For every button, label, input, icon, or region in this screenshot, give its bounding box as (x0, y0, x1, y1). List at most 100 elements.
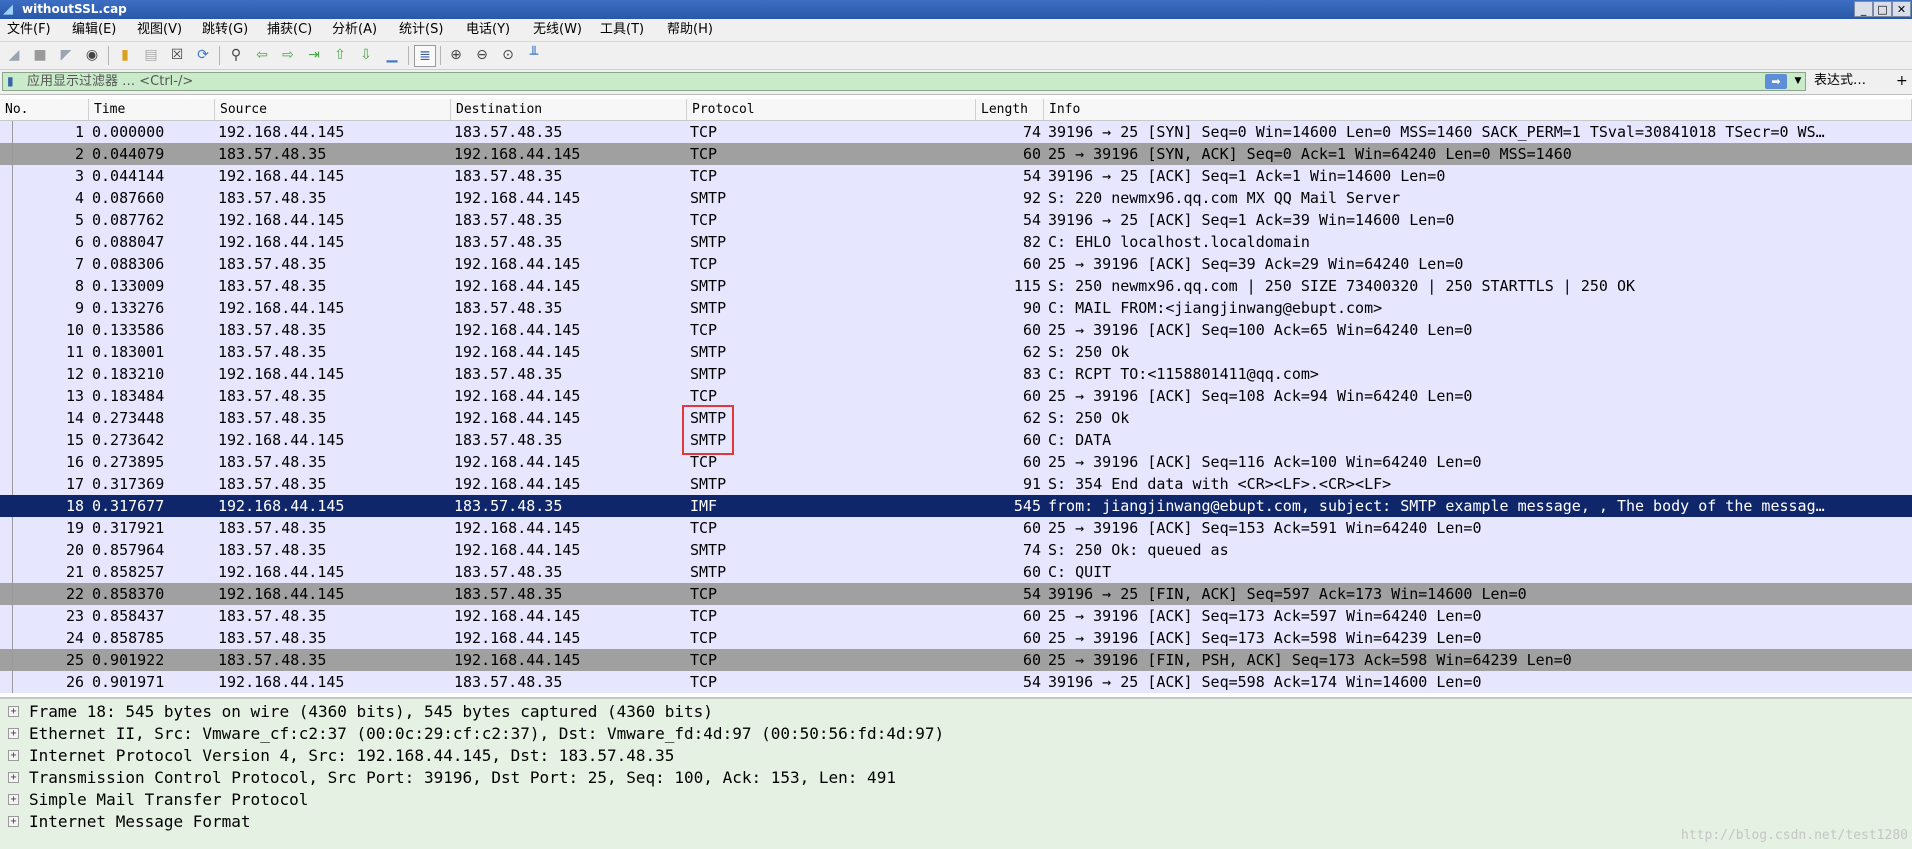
cell-len: 60 (1022, 563, 1041, 581)
find-icon[interactable]: ⚲ (226, 45, 246, 65)
cell-dst: 183.57.48.35 (454, 585, 563, 603)
packet-row[interactable]: 3 0.044144 192.168.44.145 183.57.48.35 TCP 54… (0, 165, 1912, 187)
cell-len: 60 (1022, 519, 1041, 537)
cell-time: 0.088047 (92, 233, 165, 251)
display-filter-placeholder: 应用显示过滤器 … <Ctrl-/> (27, 74, 194, 89)
menu-statistics[interactable]: 统计(S) (396, 21, 446, 39)
detail-tree-item[interactable]: + Transmission Control Protocol, Src Port… (0, 767, 1912, 789)
packet-row[interactable]: 6 0.088047 192.168.44.145 183.57.48.35 SMTP 8… (0, 231, 1912, 253)
zoom-in-icon[interactable]: ⊕ (446, 45, 466, 65)
add-filter-button[interactable]: + (1896, 72, 1908, 90)
packet-row[interactable]: 22 0.858370 192.168.44.145 183.57.48.35 TCP 5… (0, 583, 1912, 605)
cell-src: 183.57.48.35 (218, 453, 327, 471)
go-back-icon[interactable]: ⇦ (252, 45, 272, 65)
menu-help[interactable]: 帮助(H) (664, 21, 716, 39)
packet-row[interactable]: 13 0.183484 183.57.48.35 192.168.44.145 TCP 6… (0, 385, 1912, 407)
detail-tree-item[interactable]: + Simple Mail Transfer Protocol (0, 789, 1912, 811)
expression-button[interactable]: 表达式… (1814, 72, 1866, 90)
col-header-time[interactable]: Time (89, 99, 215, 120)
packet-row[interactable]: 18 0.317677 192.168.44.145 183.57.48.35 IMF 5… (0, 495, 1912, 517)
detail-tree-item[interactable]: + Internet Message Format (0, 811, 1912, 833)
packet-row[interactable]: 4 0.087660 183.57.48.35 192.168.44.145 SMTP 9… (0, 187, 1912, 209)
packet-row[interactable]: 10 0.133586 183.57.48.35 192.168.44.145 TCP 6… (0, 319, 1912, 341)
stop-icon[interactable]: ■ (30, 45, 50, 65)
detail-tree-item[interactable]: + Internet Protocol Version 4, Src: 192.1… (0, 745, 1912, 767)
menu-edit[interactable]: 编辑(E) (69, 21, 119, 39)
cell-len: 60 (1022, 651, 1041, 669)
packet-row[interactable]: 1 0.000000 192.168.44.145 183.57.48.35 TCP 74… (0, 121, 1912, 143)
close-button[interactable]: ✕ (1892, 1, 1911, 17)
menu-telephony[interactable]: 电话(Y) (463, 21, 513, 39)
packet-row[interactable]: 25 0.901922 183.57.48.35 192.168.44.145 TCP 6… (0, 649, 1912, 671)
expand-icon[interactable]: + (8, 706, 19, 717)
packet-row[interactable]: 8 0.133009 183.57.48.35 192.168.44.145 SMTP 1… (0, 275, 1912, 297)
first-packet-icon[interactable]: ⇧ (330, 45, 350, 65)
col-header-protocol[interactable]: Protocol (687, 99, 976, 120)
colorize-icon[interactable]: ≣ (414, 45, 436, 67)
cell-src: 183.57.48.35 (218, 519, 327, 537)
restart-icon[interactable]: ◤ (56, 45, 76, 65)
go-forward-icon[interactable]: ⇨ (278, 45, 298, 65)
packet-row[interactable]: 2 0.044079 183.57.48.35 192.168.44.145 TCP 60… (0, 143, 1912, 165)
last-packet-icon[interactable]: ⇩ (356, 45, 376, 65)
close-file-icon[interactable]: ☒ (167, 45, 187, 65)
col-header-destination[interactable]: Destination (451, 99, 687, 120)
packet-row[interactable]: 24 0.858785 183.57.48.35 192.168.44.145 TCP 6… (0, 627, 1912, 649)
auto-scroll-icon[interactable]: ▁ (382, 45, 402, 65)
packet-row[interactable]: 21 0.858257 192.168.44.145 183.57.48.35 SMTP… (0, 561, 1912, 583)
detail-tree-item[interactable]: + Frame 18: 545 bytes on wire (4360 bits)… (0, 701, 1912, 723)
cell-dst: 192.168.44.145 (454, 519, 581, 537)
bookmark-icon[interactable]: ▮ (7, 74, 16, 89)
detail-tree-item[interactable]: + Ethernet II, Src: Vmware_cf:c2:37 (00:0… (0, 723, 1912, 745)
display-filter-input[interactable]: ▮ 应用显示过滤器 … <Ctrl-/> ➡ ▼ (2, 72, 1806, 91)
packet-row[interactable]: 26 0.901971 192.168.44.145 183.57.48.35 TCP 5… (0, 671, 1912, 693)
col-header-info[interactable]: Info (1044, 99, 1912, 120)
zoom-out-icon[interactable]: ⊖ (472, 45, 492, 65)
cell-dst: 192.168.44.145 (454, 343, 581, 361)
packet-row[interactable]: 9 0.133276 192.168.44.145 183.57.48.35 SMTP 9… (0, 297, 1912, 319)
expand-icon[interactable]: + (8, 816, 19, 827)
packet-row[interactable]: 16 0.273895 183.57.48.35 192.168.44.145 TCP 6… (0, 451, 1912, 473)
packet-row[interactable]: 23 0.858437 183.57.48.35 192.168.44.145 TCP 6… (0, 605, 1912, 627)
packet-row[interactable]: 17 0.317369 183.57.48.35 192.168.44.145 SMTP… (0, 473, 1912, 495)
packet-row[interactable]: 7 0.088306 183.57.48.35 192.168.44.145 TCP 60… (0, 253, 1912, 275)
filter-dropdown-icon[interactable]: ▼ (1791, 74, 1805, 89)
minimize-button[interactable]: _ (1854, 1, 1873, 17)
maximize-button[interactable]: □ (1873, 1, 1892, 17)
cell-time: 0.317369 (92, 475, 165, 493)
expand-icon[interactable]: + (8, 750, 19, 761)
menu-analyze[interactable]: 分析(A) (329, 21, 380, 39)
packet-row[interactable]: 14 0.273448 183.57.48.35 192.168.44.145 SMTP… (0, 407, 1912, 429)
open-file-icon[interactable]: ▮ (115, 45, 135, 65)
col-header-length[interactable]: Length (976, 99, 1044, 120)
menu-tools[interactable]: 工具(T) (597, 21, 647, 39)
shark-fin-icon[interactable]: ◢ (4, 45, 24, 65)
menu-file[interactable]: 文件(F) (4, 21, 54, 39)
resize-columns-icon[interactable]: ╨ (524, 45, 544, 65)
expand-icon[interactable]: + (8, 794, 19, 805)
packet-list[interactable]: 1 0.000000 192.168.44.145 183.57.48.35 TCP 74… (0, 121, 1912, 695)
packet-row[interactable]: 11 0.183001 183.57.48.35 192.168.44.145 SMTP… (0, 341, 1912, 363)
col-header-source[interactable]: Source (215, 99, 451, 120)
col-header-no[interactable]: No. (0, 99, 89, 120)
detail-tree-label: Simple Mail Transfer Protocol (29, 790, 309, 809)
cell-dst: 183.57.48.35 (454, 299, 563, 317)
packet-row[interactable]: 5 0.087762 192.168.44.145 183.57.48.35 TCP 54… (0, 209, 1912, 231)
go-to-packet-icon[interactable]: ⇥ (304, 45, 324, 65)
expand-icon[interactable]: + (8, 772, 19, 783)
packet-row[interactable]: 19 0.317921 183.57.48.35 192.168.44.145 TCP 6… (0, 517, 1912, 539)
menu-go[interactable]: 跳转(G) (199, 21, 251, 39)
expand-icon[interactable]: + (8, 728, 19, 739)
zoom-normal-icon[interactable]: ⊙ (498, 45, 518, 65)
save-icon[interactable]: ▤ (141, 45, 161, 65)
menu-wireless[interactable]: 无线(W) (530, 21, 585, 39)
packet-row[interactable]: 20 0.857964 183.57.48.35 192.168.44.145 SMTP… (0, 539, 1912, 561)
cell-src: 183.57.48.35 (218, 651, 327, 669)
menu-capture[interactable]: 捕获(C) (264, 21, 315, 39)
packet-row[interactable]: 12 0.183210 192.168.44.145 183.57.48.35 SMTP… (0, 363, 1912, 385)
packet-row[interactable]: 15 0.273642 192.168.44.145 183.57.48.35 SMTP… (0, 429, 1912, 451)
options-icon[interactable]: ◉ (82, 45, 102, 65)
reload-icon[interactable]: ⟳ (193, 45, 213, 65)
menu-view[interactable]: 视图(V) (134, 21, 185, 39)
apply-filter-arrow-icon[interactable]: ➡ (1765, 74, 1787, 89)
